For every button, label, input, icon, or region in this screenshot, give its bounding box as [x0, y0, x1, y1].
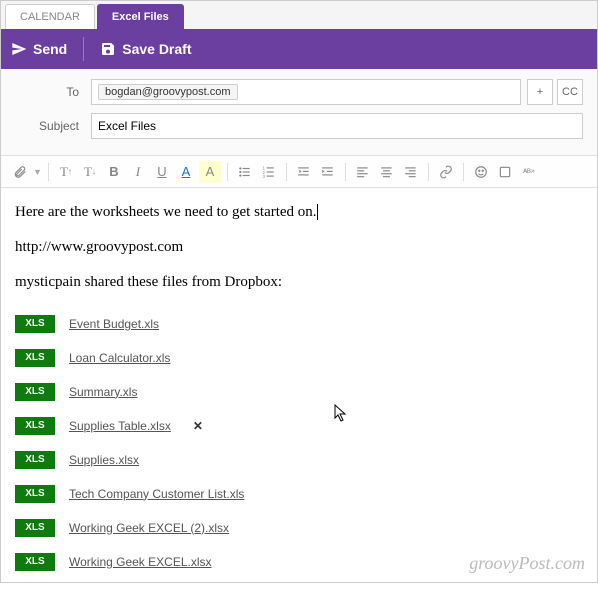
- indent-icon[interactable]: [317, 161, 339, 183]
- file-type-badge: XLS: [15, 417, 55, 435]
- tab-calendar[interactable]: CALENDAR: [5, 4, 95, 29]
- body-line-2: http://www.groovypost.com: [15, 237, 583, 258]
- file-type-badge: XLS: [15, 553, 55, 571]
- compose-toolbar: Send Save Draft: [1, 29, 597, 69]
- file-row: XLS Loan Calculator.xls: [15, 341, 583, 375]
- number-list-icon[interactable]: 123: [258, 161, 280, 183]
- file-row: XLS Supplies.xlsx: [15, 443, 583, 477]
- subject-input-container: [91, 113, 583, 139]
- save-draft-button[interactable]: Save Draft: [100, 41, 191, 57]
- file-type-badge: XLS: [15, 451, 55, 469]
- more-format-icon[interactable]: ᴬᴮ»: [518, 161, 540, 183]
- toolbar-divider: [83, 37, 84, 61]
- tab-excel-files[interactable]: Excel Files: [97, 4, 184, 29]
- highlight-icon[interactable]: A: [199, 161, 221, 183]
- save-draft-icon: [100, 41, 116, 57]
- italic-icon[interactable]: I: [127, 161, 149, 183]
- file-link[interactable]: Working Geek EXCEL.xlsx: [69, 554, 212, 571]
- align-left-icon[interactable]: [352, 161, 374, 183]
- compose-fields: To bogdan@groovypost.com + CC Subject: [1, 69, 597, 156]
- file-list: XLS Event Budget.xls XLS Loan Calculator.xl…: [15, 307, 583, 579]
- text-color-icon[interactable]: A: [175, 161, 197, 183]
- send-icon: [11, 41, 27, 57]
- subject-label: Subject: [15, 119, 91, 133]
- file-link[interactable]: Supplies Table.xlsx: [69, 418, 171, 435]
- cc-button[interactable]: CC: [557, 79, 583, 105]
- file-row: XLS Tech Company Customer List.xls: [15, 477, 583, 511]
- bold-icon[interactable]: B: [103, 161, 125, 183]
- format-toolbar: ▼ T↑ T↓ B I U A A 123 ᴬᴮ»: [1, 156, 597, 188]
- body-line-1: Here are the worksheets we need to get s…: [15, 204, 318, 220]
- svg-text:3: 3: [263, 173, 266, 178]
- align-right-icon[interactable]: [400, 161, 422, 183]
- remove-file-icon[interactable]: ✕: [193, 418, 203, 435]
- file-type-badge: XLS: [15, 315, 55, 333]
- file-type-badge: XLS: [15, 383, 55, 401]
- stationery-icon[interactable]: [494, 161, 516, 183]
- file-type-badge: XLS: [15, 349, 55, 367]
- underline-icon[interactable]: U: [151, 161, 173, 183]
- outdent-icon[interactable]: [293, 161, 315, 183]
- file-link[interactable]: Event Budget.xls: [69, 316, 159, 333]
- bullet-list-icon[interactable]: [234, 161, 256, 183]
- send-button[interactable]: Send: [11, 41, 67, 57]
- link-icon[interactable]: [435, 161, 457, 183]
- file-link[interactable]: Supplies.xlsx: [69, 452, 139, 469]
- align-center-icon[interactable]: [376, 161, 398, 183]
- file-link[interactable]: Working Geek EXCEL (2).xlsx: [69, 520, 229, 537]
- attach-icon[interactable]: [9, 161, 31, 183]
- file-link[interactable]: Tech Company Customer List.xls: [69, 486, 244, 503]
- file-link[interactable]: Loan Calculator.xls: [69, 350, 170, 367]
- file-row: XLS Event Budget.xls: [15, 307, 583, 341]
- file-row: XLS Supplies Table.xlsx ✕: [15, 409, 583, 443]
- watermark: groovyPost.com: [469, 553, 585, 574]
- save-draft-label: Save Draft: [122, 41, 191, 57]
- font-larger-icon[interactable]: T↑: [55, 161, 77, 183]
- file-row: XLS Working Geek EXCEL (2).xlsx: [15, 511, 583, 545]
- file-row: XLS Summary.xls: [15, 375, 583, 409]
- message-body[interactable]: Here are the worksheets we need to get s…: [1, 188, 597, 593]
- file-type-badge: XLS: [15, 519, 55, 537]
- to-input[interactable]: bogdan@groovypost.com: [91, 79, 521, 105]
- file-link[interactable]: Summary.xls: [69, 384, 137, 401]
- send-label: Send: [33, 41, 67, 57]
- emoji-icon[interactable]: [470, 161, 492, 183]
- subject-input[interactable]: [98, 119, 576, 133]
- body-line-3: mysticpain shared these files from Dropb…: [15, 272, 583, 293]
- to-label: To: [15, 85, 91, 99]
- file-type-badge: XLS: [15, 485, 55, 503]
- font-smaller-icon[interactable]: T↓: [79, 161, 101, 183]
- recipient-chip[interactable]: bogdan@groovypost.com: [98, 84, 238, 100]
- add-recipient-button[interactable]: +: [527, 79, 553, 105]
